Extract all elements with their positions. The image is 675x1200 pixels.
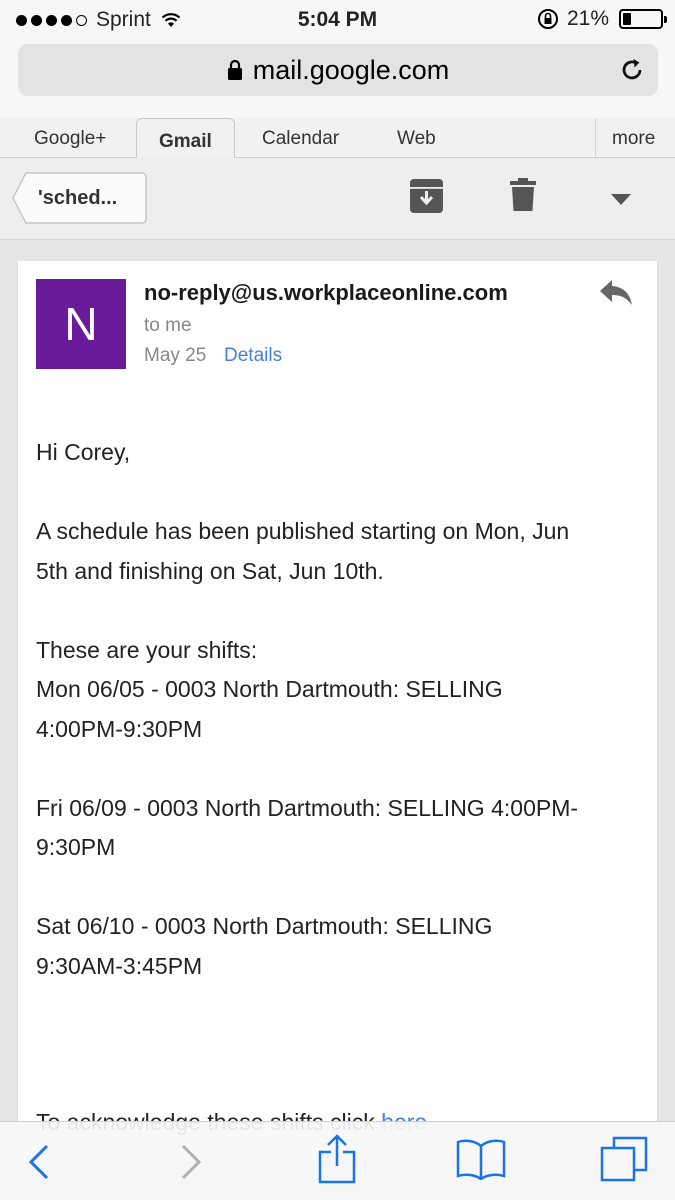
browser-bottom-toolbar [0,1121,675,1200]
bookmarks-icon[interactable] [456,1138,506,1180]
details-link[interactable]: Details [224,345,282,367]
browser-address-area: mail.google.com [0,40,675,118]
rotation-lock-icon [537,9,558,29]
reload-icon[interactable] [618,56,646,84]
email-card: N no-reply@us.workplaceonline.com to me … [18,261,657,1161]
tab-gmail[interactable]: Gmail [136,118,235,159]
share-icon[interactable] [318,1134,356,1184]
email-intro-line-1: A schedule has been published starting o… [36,518,570,544]
shift-1-line-1: Mon 06/05 - 0003 North Dartmouth: SELLIN… [36,676,503,702]
sender-avatar: N [36,279,126,369]
tab-calendar[interactable]: Calendar [262,128,339,150]
battery-level [623,13,631,25]
url-text: mail.google.com [252,54,450,85]
tabs-icon[interactable] [600,1136,648,1182]
status-bar: Sprint 5:04 PM 21% [0,0,675,40]
back-button-label: 'sched... [38,187,118,209]
shift-2-line-1: Fri 06/09 - 0003 North Dartmouth: SELLIN… [36,795,579,821]
trash-icon[interactable] [509,178,537,212]
sender-email[interactable]: no-reply@us.workplaceonline.com [144,280,508,306]
shift-3-line-1: Sat 06/10 - 0003 North Dartmouth: SELLIN… [36,913,493,939]
shifts-header: These are your shifts: [36,637,258,663]
google-app-tabs: Google+ Gmail Calendar Web more [0,118,675,159]
dropdown-arrow-icon[interactable] [611,194,631,205]
tab-divider [595,118,596,158]
archive-icon[interactable] [409,178,444,214]
recipient-label: to me [144,315,192,336]
shift-2-line-2: 9:30PM [36,834,116,860]
shift-1-line-2: 4:00PM-9:30PM [36,716,203,742]
shift-3-line-2: 9:30AM-3:45PM [36,953,203,979]
back-arrow-icon[interactable] [28,1144,50,1180]
status-right: 21% [537,7,667,31]
email-date: May 25 [144,345,207,366]
tab-google-plus[interactable]: Google+ [34,128,106,150]
battery-icon [619,9,667,29]
email-intro-line-2: 5th and finishing on Sat, Jun 10th. [36,558,384,584]
address-bar[interactable]: mail.google.com [18,44,658,96]
tab-more[interactable]: more [612,128,655,150]
gmail-toolbar: 'sched... [0,158,675,240]
reply-icon[interactable] [598,278,634,308]
battery-percent: 21% [566,7,609,30]
lock-icon [227,59,242,80]
back-to-search-button[interactable]: 'sched... [12,172,147,224]
tab-web[interactable]: Web [397,128,436,150]
email-greeting: Hi Corey, [36,439,131,465]
forward-arrow-icon[interactable] [180,1144,202,1180]
